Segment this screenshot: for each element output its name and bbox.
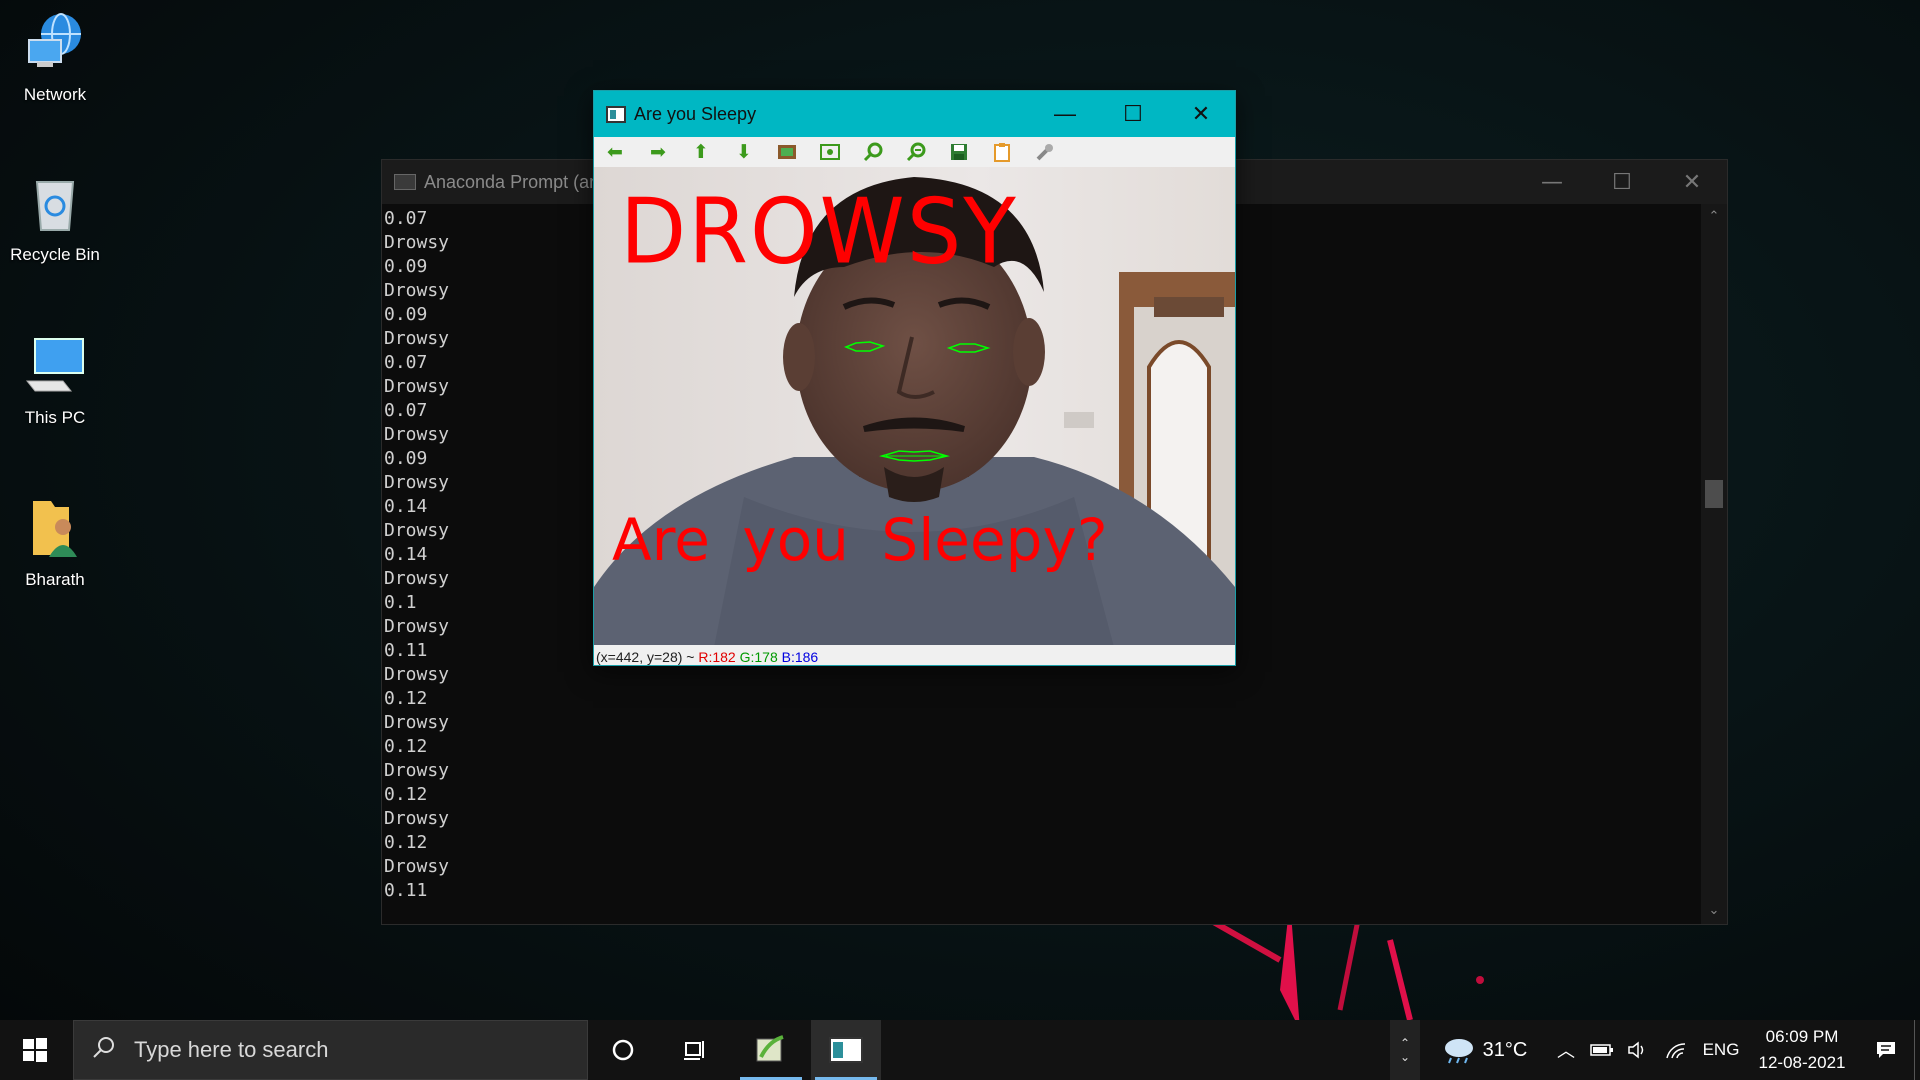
drowsy-alert-text: DROWSY (620, 179, 1018, 285)
pan-left-icon[interactable]: ⬅ (602, 140, 628, 164)
cv-app-icon (606, 105, 626, 123)
wifi-icon[interactable] (1656, 1020, 1696, 1080)
this-pc-icon (25, 338, 84, 392)
network-icon (28, 13, 81, 67)
console-line: Drowsy (384, 712, 450, 733)
desktop-icon-user-folder[interactable]: Bharath (0, 495, 110, 590)
anaconda-prompt-icon (756, 1035, 784, 1062)
search-placeholder: Type here to search (134, 1037, 329, 1062)
battery-icon[interactable] (1584, 1020, 1620, 1080)
zoom-fit-icon[interactable] (817, 140, 843, 164)
console-title: Anaconda Prompt (ar (424, 171, 596, 192)
pan-up-icon[interactable]: ⬆ (688, 140, 714, 164)
recycle-bin-icon (35, 181, 75, 231)
clock[interactable]: 06:09 PM 12-08-2021 (1746, 1020, 1858, 1080)
cv-window[interactable]: Are you Sleepy — ☐ ✕ ⬅ ➡ ⬆ ⬇ DROWSY Are … (593, 90, 1236, 666)
taskbar: Type here to search ⌃ ⌄ 31°C ︿ ENG 06:09 … (0, 1020, 1920, 1080)
maximize-button[interactable]: ☐ (1587, 160, 1657, 204)
cv-window-title: Are you Sleepy (634, 103, 757, 124)
console-app-icon (394, 174, 416, 190)
weather-rain-icon (1444, 1039, 1473, 1064)
console-line: Drowsy (384, 856, 450, 877)
console-line: Drowsy (384, 808, 450, 829)
camera-frame[interactable]: DROWSY Are you Sleepy? (594, 167, 1235, 647)
pixel-green-value: G:178 (739, 649, 778, 665)
cv-close-button[interactable]: ✕ (1167, 91, 1235, 137)
cv-maximize-button[interactable]: ☐ (1099, 91, 1167, 137)
action-center-icon[interactable] (1858, 1020, 1914, 1080)
desktop-icon-label: Recycle Bin (10, 245, 100, 264)
zoom-in-icon[interactable] (860, 140, 886, 164)
search-icon (74, 1035, 134, 1066)
pixel-blue-value: B:186 (781, 649, 819, 665)
properties-icon[interactable] (1032, 140, 1058, 164)
task-view-icon (684, 1041, 704, 1060)
minimize-button[interactable]: — (1517, 160, 1587, 204)
scroll-thumb[interactable] (1705, 480, 1723, 508)
pan-down-icon[interactable]: ⬇ (731, 140, 757, 164)
desktop-icon-this-pc[interactable]: This PC (0, 333, 110, 428)
cortana-button[interactable] (588, 1020, 658, 1080)
copy-icon[interactable] (989, 140, 1015, 164)
close-button[interactable]: ✕ (1657, 160, 1727, 204)
console-line: 0.11 (384, 880, 428, 901)
taskbar-search-box[interactable]: Type here to search (73, 1020, 588, 1080)
console-line: 0.12 (384, 784, 428, 805)
show-hidden-arrows[interactable]: ⌃ ⌄ (1390, 1020, 1420, 1080)
language-indicator[interactable]: ENG (1696, 1020, 1746, 1080)
console-line: 0.12 (384, 688, 428, 709)
volume-icon[interactable] (1620, 1020, 1656, 1080)
start-button[interactable] (0, 1020, 70, 1080)
cortana-icon (612, 1039, 634, 1061)
windows-logo-icon (23, 1038, 47, 1062)
scroll-up-icon[interactable]: ⌃ (1701, 204, 1727, 230)
pixel-red-value: R:182 (698, 649, 736, 665)
zoom-original-icon[interactable] (774, 140, 800, 164)
sleepy-question-text: Are you Sleepy? (612, 506, 1108, 574)
clock-time: 06:09 PM (1765, 1027, 1839, 1046)
weather-temp: 31°C (1482, 1038, 1528, 1061)
desktop-icon-network[interactable]: Network (0, 10, 110, 105)
show-desktop-button[interactable] (1914, 1020, 1920, 1080)
desktop-icon-label: Network (23, 85, 87, 104)
pan-right-icon[interactable]: ➡ (645, 140, 671, 164)
save-icon[interactable] (946, 140, 972, 164)
taskbar-app-cv-window[interactable] (811, 1020, 881, 1080)
cv-titlebar[interactable]: Are you Sleepy — ☐ ✕ (594, 91, 1235, 137)
zoom-out-icon[interactable] (903, 140, 929, 164)
taskbar-app-anaconda[interactable] (736, 1020, 806, 1080)
scroll-down-icon[interactable]: ⌄ (1701, 898, 1727, 924)
desktop-icon-label: Bharath (25, 570, 85, 589)
console-line: Drowsy (384, 664, 450, 685)
user-folder-icon (33, 501, 77, 557)
chevron-up-icon[interactable]: ︿ (1548, 1020, 1584, 1080)
cv-window-app-icon (829, 1037, 863, 1063)
console-scrollbar[interactable]: ⌃ ⌄ (1701, 204, 1727, 924)
task-view-button[interactable] (660, 1020, 730, 1080)
cv-toolbar: ⬅ ➡ ⬆ ⬇ (594, 137, 1235, 167)
system-tray: ⌃ ⌄ 31°C ︿ ENG 06:09 PM 12-08-2021 (1390, 1020, 1920, 1080)
cv-minimize-button[interactable]: — (1031, 91, 1099, 137)
cursor-coords: (x=442, y=28) ~ (596, 649, 695, 665)
console-line: Drowsy (384, 760, 450, 781)
desktop-icon-label: This PC (24, 408, 86, 427)
weather-widget[interactable]: 31°C (1420, 1020, 1548, 1080)
cv-status-bar: (x=442, y=28) ~ R:182 G:178 B:186 (594, 645, 1235, 665)
console-line: 0.12 (384, 736, 428, 757)
console-line: 0.12 (384, 832, 428, 853)
desktop-icon-recycle-bin[interactable]: Recycle Bin (0, 170, 110, 265)
clock-date: 12-08-2021 (1758, 1053, 1846, 1072)
